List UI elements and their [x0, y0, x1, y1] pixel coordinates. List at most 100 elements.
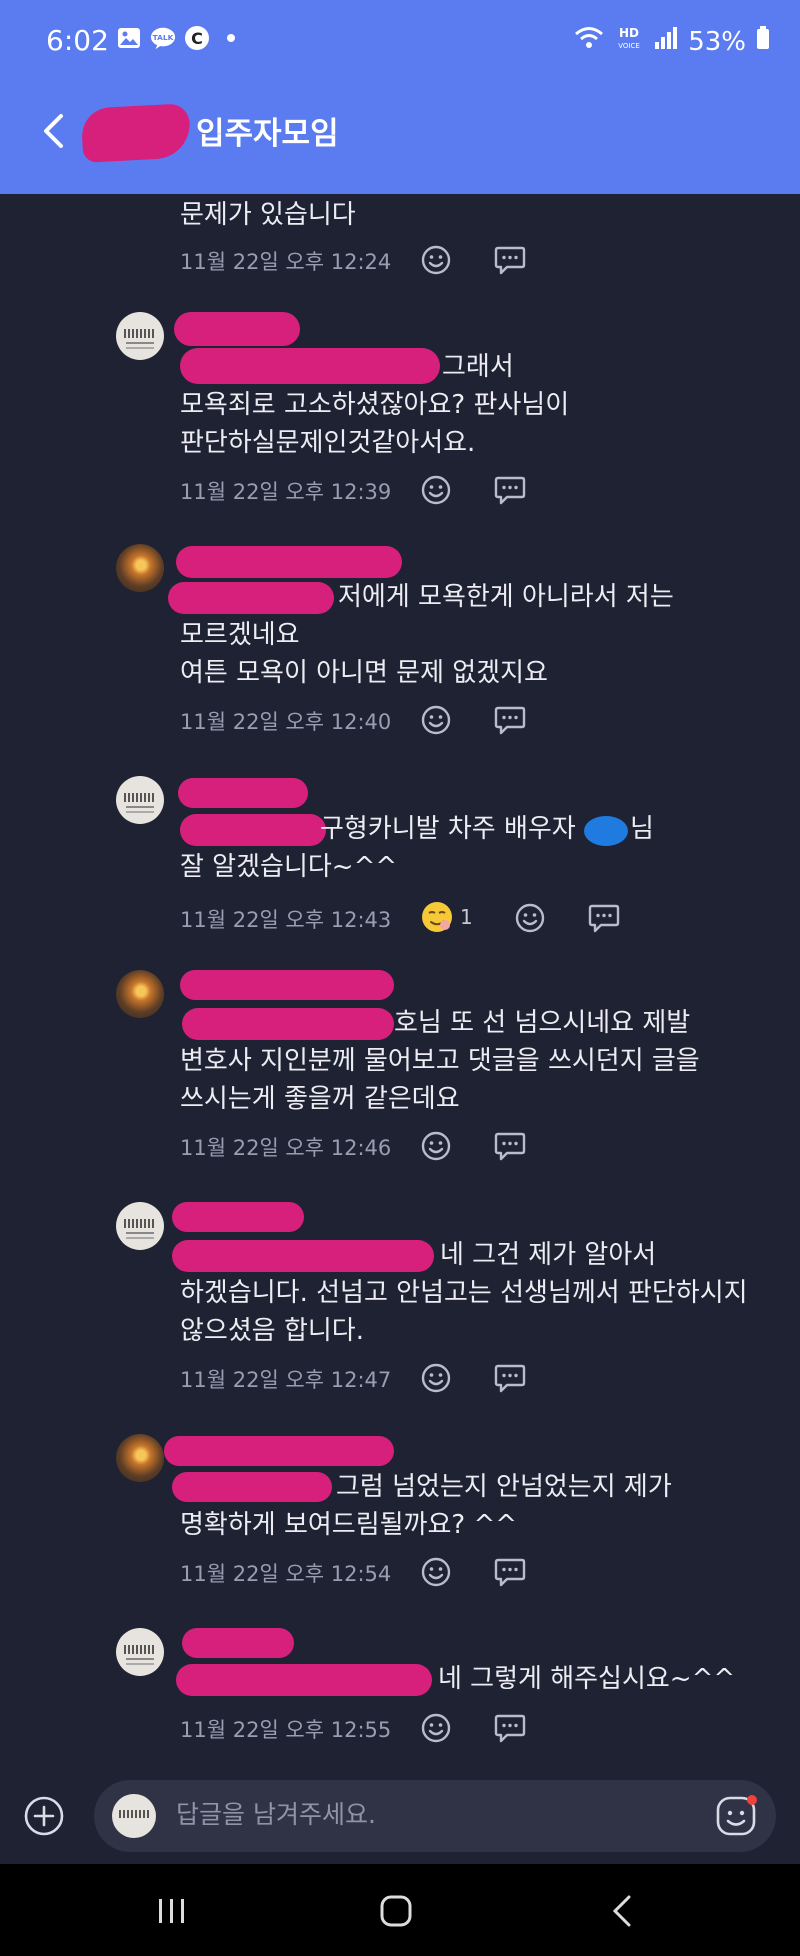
reply-button[interactable] — [492, 1710, 528, 1746]
smile-icon — [421, 1131, 451, 1161]
comment-text: 않으셨음 합니다. — [180, 1316, 364, 1346]
redacted-author-name — [174, 312, 300, 346]
svg-text:VOICE: VOICE — [618, 42, 640, 50]
home-icon — [380, 1895, 412, 1927]
comment-timestamp: 11월 22일 오후 12:43 — [180, 908, 392, 932]
add-reaction-button[interactable] — [418, 472, 454, 508]
emoji-icon — [716, 1795, 757, 1836]
comment-item: 호님 또 선 넘으시네요 제발 변호사 지인분께 물어보고 댓글을 쓰시던지 글… — [0, 970, 800, 1170]
signal-icon — [654, 26, 678, 57]
comment-item: 구형카니발 차주 배우자 님 잘 알겠습니다~^^ 11월 22일 오후 12:… — [0, 776, 800, 966]
c-app-icon: C — [184, 26, 210, 50]
redacted-group-name — [80, 103, 192, 163]
attach-button[interactable] — [22, 1794, 66, 1838]
smile-icon — [421, 705, 451, 735]
comment-text: 네 그건 제가 알아서 — [440, 1240, 657, 1270]
add-reaction-button[interactable] — [418, 1360, 454, 1396]
redacted-mention — [168, 582, 334, 614]
redacted-mention — [182, 1008, 394, 1040]
redacted-mention — [172, 1240, 434, 1272]
redacted-mention — [176, 1664, 432, 1696]
smirk-emoji-icon — [422, 902, 452, 932]
chevron-left-icon — [44, 114, 63, 148]
reply-button[interactable] — [492, 1128, 528, 1164]
reply-button[interactable] — [586, 900, 622, 936]
avatar[interactable] — [116, 776, 164, 824]
reply-button[interactable] — [492, 472, 528, 508]
comment-text: 쓰시는게 좋을꺼 같은데요 — [180, 1084, 460, 1114]
comment-text: 판단하실문제인것같아서요. — [180, 428, 476, 458]
chat-header: 입주자모임 — [0, 84, 800, 194]
back-nav-button[interactable] — [592, 1886, 652, 1936]
avatar[interactable] — [116, 544, 164, 592]
back-icon — [612, 1895, 631, 1927]
emoji-button[interactable] — [712, 1792, 760, 1840]
reply-input[interactable] — [176, 1800, 656, 1829]
redacted-author-name — [182, 1628, 294, 1658]
avatar[interactable] — [116, 970, 164, 1018]
gallery-icon — [116, 26, 142, 50]
reply-button[interactable] — [492, 702, 528, 738]
comment-text: 모욕죄로 고소하셨잖아요? 판사님이 — [180, 390, 570, 420]
reply-button[interactable] — [492, 242, 528, 278]
group-title: 입주자모임 — [196, 116, 339, 152]
top-bar: 6:02 TALK C HD VOICE 53% 입주자모임 — [0, 0, 800, 194]
comment-list[interactable]: 문제가 있습니다 11월 22일 오후 12:24 그래서 모욕죄로 고소하셨잖… — [0, 194, 800, 1768]
add-reaction-button[interactable] — [418, 1554, 454, 1590]
comment-text: 문제가 있습니다 — [180, 200, 356, 230]
smile-icon — [421, 475, 451, 505]
comment-text: 명확하게 보여드림될까요? ^^ — [180, 1510, 518, 1540]
avatar[interactable] — [116, 1202, 164, 1250]
comment-timestamp: 11월 22일 오후 12:39 — [180, 480, 392, 504]
dot-icon — [218, 26, 244, 50]
add-reaction-button[interactable] — [512, 900, 548, 936]
add-reaction-button[interactable] — [418, 702, 454, 738]
svg-text:TALK: TALK — [153, 33, 174, 42]
reply-composer — [0, 1768, 800, 1864]
svg-text:C: C — [191, 29, 203, 48]
comment-text: 호님 또 선 넘으시네요 제발 — [394, 1008, 691, 1038]
comment-icon — [494, 246, 526, 275]
avatar[interactable] — [116, 312, 164, 360]
status-left-icons: TALK C — [116, 26, 244, 50]
home-button[interactable] — [366, 1886, 426, 1936]
comment-item: 네 그렇게 해주십시요~^^ 11월 22일 오후 12:55 — [0, 1628, 800, 1768]
comment-icon — [588, 904, 620, 933]
smile-icon — [421, 1557, 451, 1587]
comment-item: 저에게 모욕한게 아니라서 저는 모르겠네요 여튼 모욕이 아니면 문제 없겠지… — [0, 544, 800, 754]
smile-icon — [421, 245, 451, 275]
add-reaction-button[interactable] — [418, 1128, 454, 1164]
recents-icon — [159, 1899, 184, 1923]
avatar[interactable] — [116, 1628, 164, 1676]
redacted-mention — [172, 1472, 332, 1502]
comment-icon — [494, 1132, 526, 1161]
comment-text: 그럼 넘었는지 안넘었는지 제가 — [336, 1472, 672, 1502]
comment-item: 네 그건 제가 알아서 하겠습니다. 선넘고 안넘고는 선생님께서 판단하시지 … — [0, 1202, 800, 1412]
hd-voice-icon: HD VOICE — [614, 24, 644, 59]
add-reaction-button[interactable] — [418, 1710, 454, 1746]
reply-button[interactable] — [492, 1360, 528, 1396]
redacted-author-name — [178, 778, 308, 808]
redacted-mention — [180, 814, 326, 846]
recent-apps-button[interactable] — [142, 1886, 202, 1936]
comment-item: 문제가 있습니다 11월 22일 오후 12:24 — [0, 194, 800, 290]
wifi-icon — [574, 26, 604, 57]
avatar[interactable] — [116, 1434, 164, 1482]
smile-icon — [421, 1363, 451, 1393]
comment-item: 그래서 모욕죄로 고소하셨잖아요? 판사님이 판단하실문제인것같아서요. 11월… — [0, 312, 800, 522]
reaction-count: 1 — [460, 905, 473, 929]
reply-button[interactable] — [492, 1554, 528, 1590]
reply-input-container[interactable] — [94, 1780, 776, 1852]
comment-item: 그럼 넘었는지 안넘었는지 제가 명확하게 보여드림될까요? ^^ 11월 22… — [0, 1434, 800, 1604]
battery-text: 53% — [688, 26, 746, 57]
system-nav-bar — [0, 1864, 800, 1956]
reaction-chip[interactable]: 1 — [420, 900, 473, 934]
comment-timestamp: 11월 22일 오후 12:40 — [180, 710, 392, 734]
comment-icon — [494, 476, 526, 505]
comment-text: 저에게 모욕한게 아니라서 저는 — [338, 582, 674, 612]
comment-icon — [494, 706, 526, 735]
comment-icon — [494, 1714, 526, 1743]
back-button[interactable] — [30, 108, 76, 154]
comment-timestamp: 11월 22일 오후 12:47 — [180, 1368, 392, 1392]
add-reaction-button[interactable] — [418, 242, 454, 278]
